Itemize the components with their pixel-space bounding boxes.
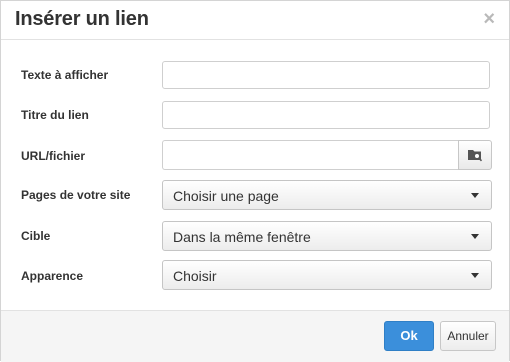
url-input[interactable]	[162, 140, 458, 170]
link-title-input[interactable]	[162, 101, 490, 129]
site-pages-select[interactable]: Choisir une page	[162, 180, 492, 210]
browse-button[interactable]	[458, 140, 492, 170]
target-label: Cible	[21, 229, 51, 243]
close-icon[interactable]: ×	[483, 9, 495, 29]
appearance-select[interactable]: Choisir	[162, 260, 492, 290]
insert-link-dialog: Insérer un lien × Texte à afficher Titre…	[0, 0, 510, 362]
text-to-display-input[interactable]	[162, 61, 490, 89]
dialog-header: Insérer un lien ×	[1, 1, 509, 40]
chevron-down-icon	[471, 234, 479, 239]
dialog-footer: Ok Annuler	[1, 310, 509, 362]
url-label: URL/fichier	[21, 149, 86, 163]
appearance-selected: Choisir	[173, 268, 217, 284]
text-to-display-label: Texte à afficher	[21, 68, 109, 82]
appearance-label: Apparence	[21, 269, 84, 283]
site-pages-selected: Choisir une page	[173, 188, 279, 204]
dialog-title: Insérer un lien	[15, 8, 149, 30]
url-field-group	[162, 140, 492, 170]
chevron-down-icon	[471, 273, 479, 278]
chevron-down-icon	[471, 193, 479, 198]
target-select[interactable]: Dans la même fenêtre	[162, 221, 492, 251]
folder-search-icon	[468, 150, 483, 162]
ok-button[interactable]: Ok	[384, 321, 434, 351]
cancel-button[interactable]: Annuler	[440, 321, 496, 351]
target-selected: Dans la même fenêtre	[173, 229, 311, 245]
link-title-label: Titre du lien	[21, 108, 89, 122]
site-pages-label: Pages de votre site	[21, 188, 131, 202]
